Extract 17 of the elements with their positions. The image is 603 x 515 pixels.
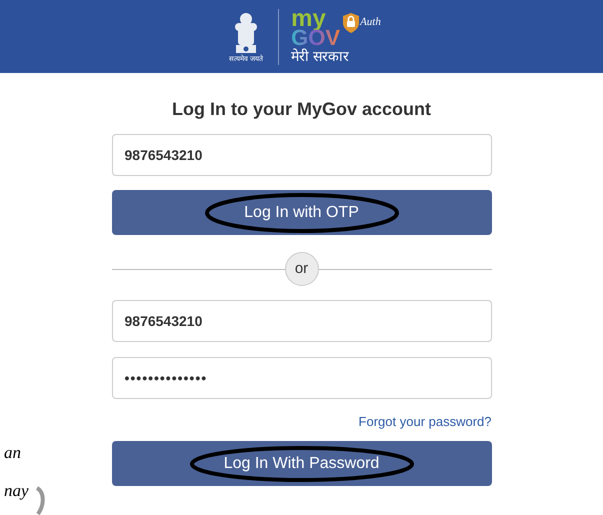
or-separator: or — [284, 252, 318, 286]
logo-tagline: मेरी सरकार — [291, 49, 350, 63]
logo-gov-text: GOV — [291, 28, 340, 48]
otp-login-button[interactable]: Log In with OTP — [112, 190, 492, 235]
auth-label: Auth — [360, 17, 381, 28]
username-field[interactable]: 9876543210 — [112, 300, 492, 342]
forgot-password-link[interactable]: Forgot your password? — [358, 413, 492, 431]
shield-lock-icon — [342, 12, 360, 34]
handwritten-note: nay — [4, 480, 29, 502]
logo-my-text: my — [291, 10, 326, 28]
mobile-number-field[interactable]: 9876543210 — [112, 134, 492, 176]
curve-mark — [34, 486, 46, 515]
page-title: Log In to your MyGov account — [170, 98, 432, 121]
password-login-button[interactable]: Log In With Password — [112, 441, 492, 486]
emblem-drawing — [233, 10, 260, 54]
password-field[interactable]: •••••••••••••• — [112, 357, 492, 399]
handwritten-note: an — [4, 442, 21, 464]
